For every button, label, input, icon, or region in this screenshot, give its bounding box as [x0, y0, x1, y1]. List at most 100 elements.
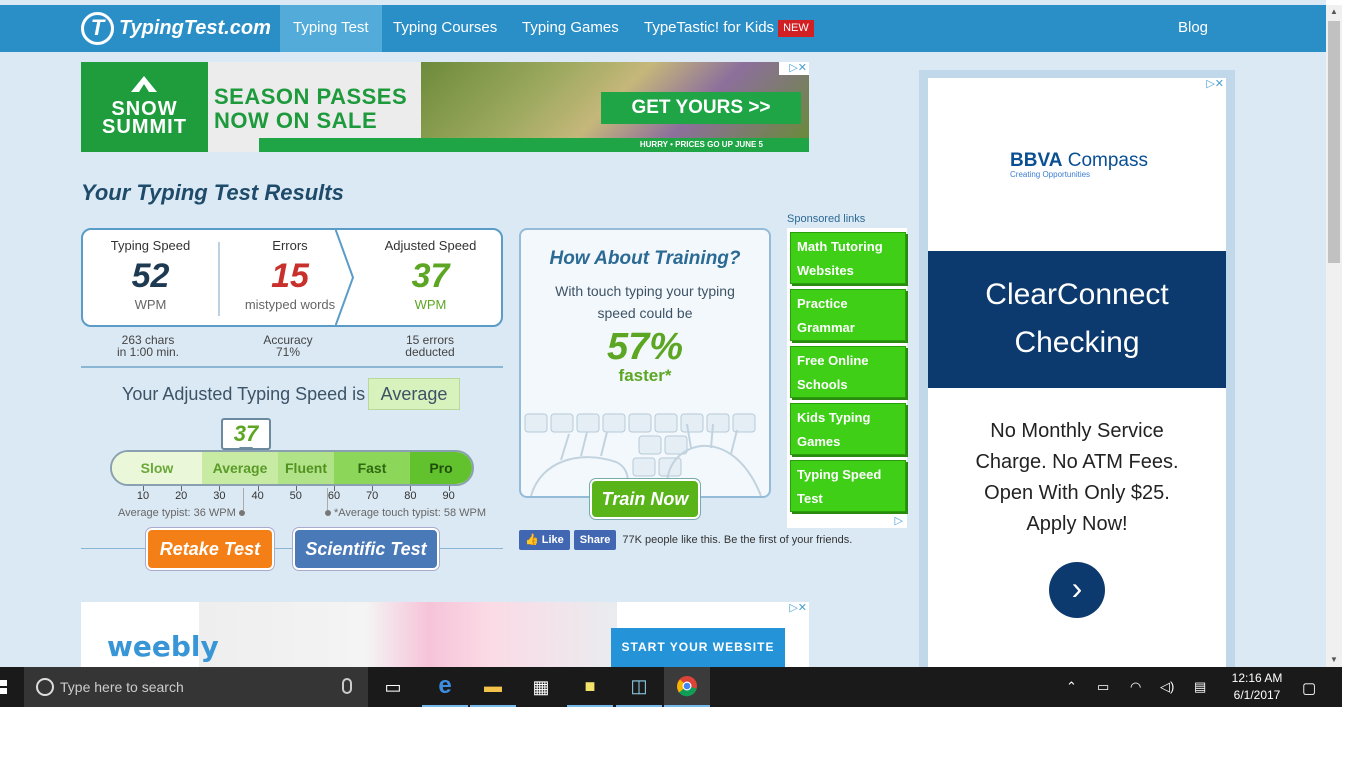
- headline-1: SEASON PASSES: [214, 84, 408, 109]
- training-percent: 57%: [606, 326, 684, 368]
- edge-icon[interactable]: e: [422, 667, 468, 707]
- facebook-row: 👍 Like Share 77K people like this. Be th…: [519, 530, 852, 550]
- link-line-1: Math Tutoring: [797, 239, 883, 254]
- top-banner-ad[interactable]: SNOW SUMMIT SEASON PASSES NOW ON SALE GE…: [81, 62, 809, 152]
- adchoices-icon[interactable]: ▷✕: [779, 602, 809, 615]
- browser-viewport: T TypingTest.com Typing Test Typing Cour…: [0, 0, 1326, 667]
- brand-line-2: SUMMIT: [102, 116, 187, 138]
- divider: [81, 366, 503, 368]
- brand-rest: Compass: [1062, 150, 1148, 171]
- training-promo: How About Training? With touch typing yo…: [519, 228, 771, 498]
- nav-typing-games[interactable]: Typing Games: [522, 5, 619, 52]
- snow-summit-logo: SNOW SUMMIT: [81, 62, 208, 152]
- sponsored-link-typing-speed-test[interactable]: Typing Speed Test: [790, 460, 906, 512]
- scale-segment-fluent: Fluent: [278, 452, 334, 484]
- adchoices-icon[interactable]: ▷: [895, 514, 903, 527]
- adchoices-icon[interactable]: ▷✕: [1196, 78, 1226, 91]
- speed-marker: 37: [221, 418, 271, 450]
- adjusted-speed-label: Adjusted Speed: [384, 238, 477, 253]
- bbva-tagline: Creating Opportunities: [1010, 170, 1091, 179]
- microphone-icon[interactable]: [342, 678, 352, 694]
- vertical-scrollbar[interactable]: ▲ ▼: [1326, 5, 1342, 667]
- typing-speed-unit: WPM: [134, 297, 167, 312]
- sponsored-link-kids-typing-games[interactable]: Kids Typing Games: [790, 403, 906, 455]
- top-navigation: T TypingTest.com Typing Test Typing Cour…: [0, 5, 1326, 52]
- scale-tick-label: 60: [327, 490, 341, 502]
- taskbar-clock[interactable]: 12:16 AM 6/1/2017: [1222, 670, 1292, 704]
- bottom-banner-ad[interactable]: weebly START YOUR WEBSITE ▷✕: [81, 602, 809, 667]
- link-line-2: Test: [797, 491, 823, 506]
- scale-tick-label: 20: [175, 490, 188, 502]
- brand-bold: BBVA: [1010, 150, 1063, 171]
- average-typist-dot: [238, 510, 245, 516]
- link-line-1: Free Online: [797, 353, 869, 368]
- sponsored-link-math-tutoring[interactable]: Math Tutoring Websites: [790, 232, 906, 284]
- scale-tick-label: 70: [366, 490, 379, 502]
- scale-tick-label: 30: [213, 490, 226, 502]
- adjusted-speed-value: 37: [411, 257, 450, 295]
- windows-start-icon[interactable]: [0, 667, 24, 707]
- battery-icon[interactable]: ▭: [1097, 679, 1109, 695]
- nav-typing-courses[interactable]: Typing Courses: [393, 5, 497, 52]
- scientific-test-button[interactable]: Scientific Test: [293, 528, 439, 570]
- wifi-icon[interactable]: ◠: [1130, 679, 1141, 695]
- scale-segment-fast: Fast: [334, 452, 410, 484]
- deducted-line-2: deducted: [405, 345, 455, 359]
- sponsored-links-label: Sponsored links: [787, 213, 866, 225]
- product-line-1: ClearConnect: [985, 278, 1169, 311]
- nav-typetastic[interactable]: TypeTastic! for Kids NEW: [644, 5, 814, 52]
- new-badge: NEW: [778, 20, 814, 37]
- sponsored-link-practice-grammar[interactable]: Practice Grammar: [790, 289, 906, 341]
- right-skyscraper-ad[interactable]: ▷✕ BBVA Compass Creating Opportunities C…: [928, 78, 1226, 667]
- divider: [81, 548, 503, 549]
- average-typist-text: Average typist: 36 WPM: [118, 507, 236, 519]
- touch-typist-dot: [325, 510, 331, 516]
- get-yours-button[interactable]: GET YOURS >>: [601, 92, 801, 124]
- retake-test-button[interactable]: Retake Test: [146, 528, 274, 570]
- scale-segment-slow: Slow: [112, 452, 202, 484]
- link-line-1: Kids Typing: [797, 410, 871, 425]
- ad-body-line: Apply Now!: [1026, 513, 1128, 535]
- average-typist-note: Average typist: 36 WPM: [118, 507, 248, 519]
- chevron-up-icon[interactable]: ⌃: [1066, 679, 1077, 695]
- task-view-icon[interactable]: ▭: [370, 667, 416, 707]
- cortana-icon: [36, 678, 54, 696]
- product-line-2: Checking: [1014, 326, 1140, 359]
- start-your-website-button[interactable]: START YOUR WEBSITE: [611, 628, 785, 667]
- taskbar-search-box[interactable]: Type here to search: [24, 667, 368, 707]
- scroll-up-icon[interactable]: ▲: [1326, 5, 1342, 19]
- nav-typing-test[interactable]: Typing Test: [280, 5, 382, 52]
- clearconnect-band: ClearConnect Checking: [928, 251, 1226, 388]
- scale-segment-average: Average: [202, 452, 278, 484]
- clock-date: 6/1/2017: [1233, 688, 1281, 702]
- sponsored-link-free-online-schools[interactable]: Free Online Schools: [790, 346, 906, 398]
- facebook-share-button[interactable]: Share: [573, 530, 617, 550]
- link-line-2: Games: [797, 434, 841, 449]
- link-line-1: Typing Speed: [797, 467, 882, 482]
- adchoices-icon[interactable]: ▷✕: [779, 62, 809, 75]
- snipping-tool-icon[interactable]: ◫: [616, 667, 662, 707]
- store-icon[interactable]: ▦: [518, 667, 564, 707]
- keyboard-icon[interactable]: ▤: [1194, 679, 1206, 695]
- link-line-2: Websites: [797, 263, 854, 278]
- scroll-thumb[interactable]: [1328, 21, 1340, 263]
- sticky-notes-icon[interactable]: ■: [567, 667, 613, 707]
- results-title: Your Typing Test Results: [81, 180, 344, 205]
- train-now-button[interactable]: Train Now: [590, 479, 700, 519]
- chrome-icon[interactable]: [664, 667, 710, 707]
- nav-blog[interactable]: Blog: [1178, 5, 1208, 52]
- volume-icon[interactable]: ◁): [1160, 679, 1174, 695]
- logo-icon: T: [81, 11, 114, 45]
- like-label: Like: [541, 534, 564, 546]
- notifications-icon[interactable]: ▢: [1302, 679, 1316, 697]
- scroll-down-icon[interactable]: ▼: [1326, 653, 1342, 667]
- mountain-icon: [131, 76, 157, 92]
- scale-segment-pro: Pro: [410, 452, 472, 484]
- typing-speed-stat: Typing Speed 52 WPM: [83, 230, 218, 325]
- accuracy-stat: Accuracy 71%: [240, 334, 336, 358]
- scale-tick-label: 50: [289, 490, 302, 502]
- chevron-right-icon[interactable]: ›: [1049, 562, 1105, 618]
- site-logo[interactable]: T TypingTest.com: [81, 11, 271, 45]
- file-explorer-icon[interactable]: ▬: [470, 667, 516, 707]
- facebook-like-button[interactable]: 👍 Like: [519, 530, 570, 550]
